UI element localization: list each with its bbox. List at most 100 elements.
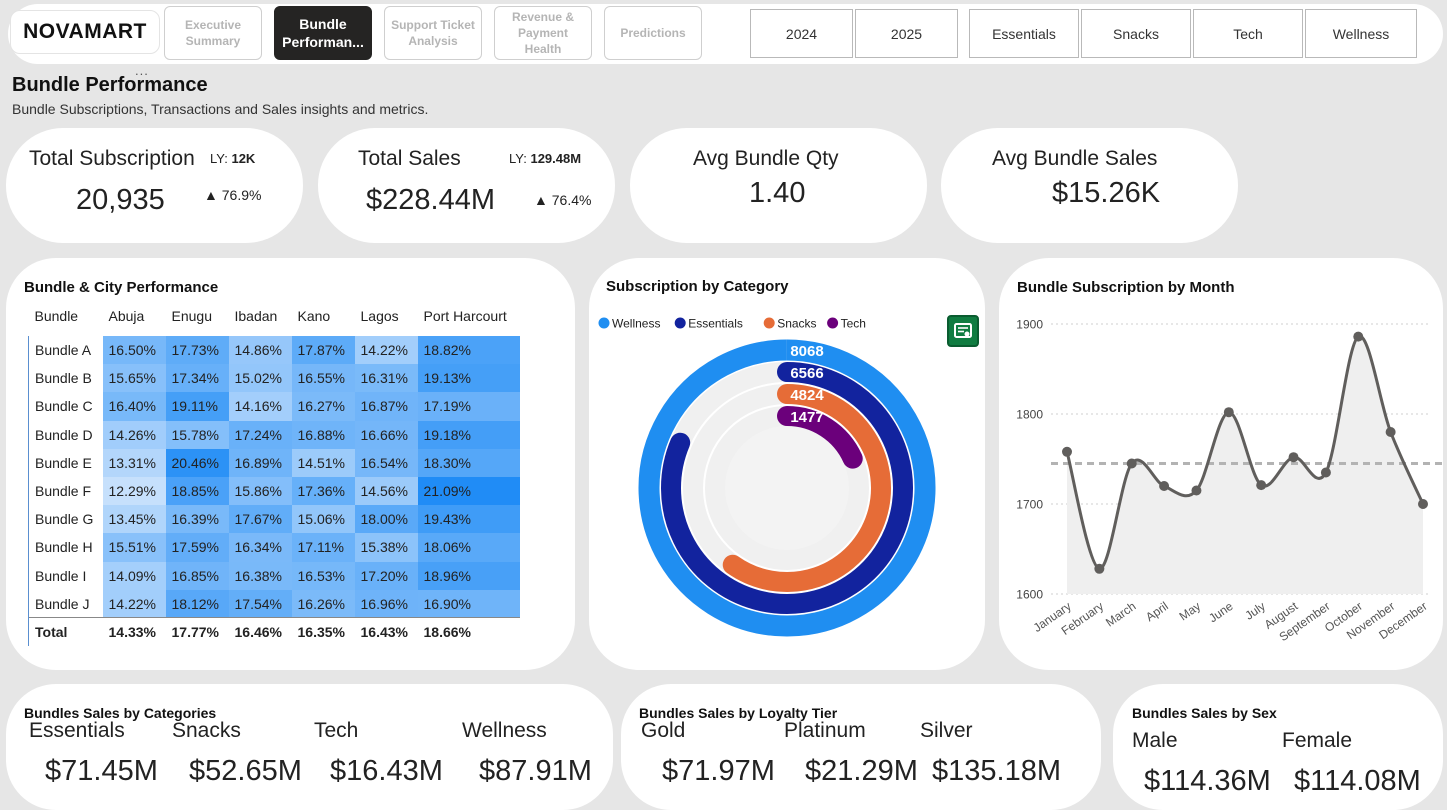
data-point-january[interactable] [1062,446,1072,457]
data-point-october[interactable] [1353,331,1364,342]
filter-category-essentials[interactable]: Essentials [969,9,1079,58]
matrix-row-label: Bundle E [28,448,103,477]
matrix-total-cell: 16.46% [228,617,292,647]
y-tick-label: 1900 [1016,318,1043,332]
data-point-june[interactable] [1223,407,1234,418]
kpi-last-year: LY: 12K [210,151,256,166]
sales-by-categories-card: Bundles Sales by Categories Essentials $… [6,684,613,810]
matrix-cell: 14.26% [102,420,166,449]
matrix-cell: 16.88% [291,420,355,449]
matrix-cell: 13.45% [102,505,166,534]
page-title: Bundle Performance [12,74,208,96]
matrix-cell: 17.11% [291,533,355,562]
svg-text:Snacks: Snacks [777,317,816,331]
legend-item-essentials[interactable]: Essentials [674,317,743,331]
radial-value-label: 1477 [790,409,823,426]
matrix-column-header[interactable]: Bundle [29,308,103,336]
matrix-total-cell: 18.66% [417,617,520,647]
filter-category-tech[interactable]: Tech [1193,9,1303,58]
matrix-cell: 17.24% [228,420,292,449]
matrix-cell: 15.86% [228,476,292,506]
matrix-column-header[interactable]: Lagos [355,308,418,336]
matrix-cell: 17.36% [291,476,355,506]
matrix-row: Bundle C 16.40% 19.11% 14.16% 16.27% 16.87% 17… [28,392,520,421]
data-point-september[interactable] [1320,467,1331,478]
matrix-cell: 14.09% [102,561,166,590]
legend-item-tech[interactable]: Tech [827,317,866,331]
data-point-february[interactable] [1094,563,1105,574]
matrix-cell: 16.26% [291,589,355,618]
filter-year-2024[interactable]: 2024 [750,9,853,58]
nav-executive-summary[interactable]: Executive Summary [164,6,262,60]
matrix-row-label: Bundle B [28,364,103,393]
matrix-column-header[interactable]: Ibadan [229,308,292,336]
matrix-cell: 18.30% [417,448,520,477]
matrix-row-label: Bundle J [28,589,103,618]
kpi-change: ▲ 76.4% [534,192,592,208]
matrix-cell: 19.18% [417,420,520,449]
matrix-row-label: Bundle G [28,505,103,534]
matrix-column-header[interactable]: Abuja [103,308,166,336]
matrix-cell: 16.89% [228,448,292,477]
legend-item-snacks[interactable]: Snacks [763,317,817,331]
kpi-total-sales: Total Sales LY: 129.48M $228.44M ▲ 76.4% [318,128,615,243]
matrix-cell: 17.87% [291,336,355,365]
matrix-cell: 19.13% [417,364,520,393]
matrix-cell: 15.78% [165,420,229,449]
kpi-total-subscription: Total Subscription LY: 12K 20,935 ▲ 76.9… [6,128,303,243]
kpi-value: $228.44M [366,184,495,216]
matrix-cell: 15.38% [354,533,418,562]
matrix-cell: 17.73% [165,336,229,365]
matrix-cell: 17.67% [228,505,292,534]
data-point-may[interactable] [1191,485,1202,496]
x-tick-label: June [1206,599,1236,626]
matrix-cell: 17.59% [165,533,229,562]
matrix-cell: 14.86% [228,336,292,365]
category-tech-value: $16.43M [330,755,443,787]
data-point-august[interactable] [1288,452,1299,463]
bundle-city-matrix: Bundle Abuja Enugu Ibadan Kano Lagos Port Harc… [28,308,520,647]
sales-by-loyalty-card: Bundles Sales by Loyalty Tier Gold $71.9… [621,684,1101,810]
matrix-column-header[interactable]: Kano [292,308,355,336]
data-point-july[interactable] [1256,480,1267,491]
sex-title: Bundles Sales by Sex [1132,705,1277,721]
nav-bundle-performance[interactable]: Bundle Performan... [274,6,372,60]
matrix-cell: 15.02% [228,364,292,393]
matrix-row-label: Bundle H [28,533,103,562]
matrix-column-header[interactable]: Enugu [166,308,229,336]
kpi-value: 1.40 [749,177,806,209]
matrix-cell: 15.51% [102,533,166,562]
x-tick-label: April [1143,599,1171,624]
category-snacks-value: $52.65M [189,755,302,787]
legend-item-wellness[interactable]: Wellness [598,317,661,331]
data-point-april[interactable] [1159,481,1170,491]
x-tick-label: March [1103,599,1138,630]
nav-predictions[interactable]: Predictions [604,6,702,60]
matrix-cell: 18.12% [165,589,229,618]
matrix-row: Bundle B 15.65% 17.34% 15.02% 16.55% 16.31% 19… [28,364,520,393]
matrix-cell: 17.19% [417,392,520,421]
data-point-november[interactable] [1385,427,1396,437]
sex-male-value: $114.36M [1144,765,1271,797]
filter-category-wellness[interactable]: Wellness [1305,9,1417,58]
category-wellness-label: Wellness [462,719,547,742]
filter-category-snacks[interactable]: Snacks [1081,9,1191,58]
matrix-cell: 16.96% [354,589,418,618]
data-point-december[interactable] [1418,499,1428,509]
kpi-avg-bundle-sales: Avg Bundle Sales $15.26K [941,128,1238,243]
matrix-column-header[interactable]: Port Harcourt [418,308,520,336]
filter-year-2025[interactable]: 2025 [855,9,958,58]
loyalty-platinum-value: $21.29M [805,755,918,787]
kpi-avg-bundle-qty: Avg Bundle Qty 1.40 [630,128,927,243]
nav-revenue-payment-health[interactable]: Revenue & Payment Health [494,6,592,60]
matrix-cell: 18.06% [417,533,520,562]
matrix-row-label: Bundle A [28,336,103,365]
data-point-march[interactable] [1126,458,1137,469]
kpi-last-year: LY: 129.48M [509,151,582,166]
loyalty-silver-value: $135.18M [932,755,1061,787]
matrix-cell: 14.56% [354,476,418,506]
kpi-change: ▲ 76.9% [204,187,262,203]
category-tech-label: Tech [314,719,359,742]
line-chart: 1600170018001900JanuaryFebruaryMarch Apri… [1016,318,1443,644]
nav-support-ticket-analysis[interactable]: Support Ticket Analysis [384,6,482,60]
